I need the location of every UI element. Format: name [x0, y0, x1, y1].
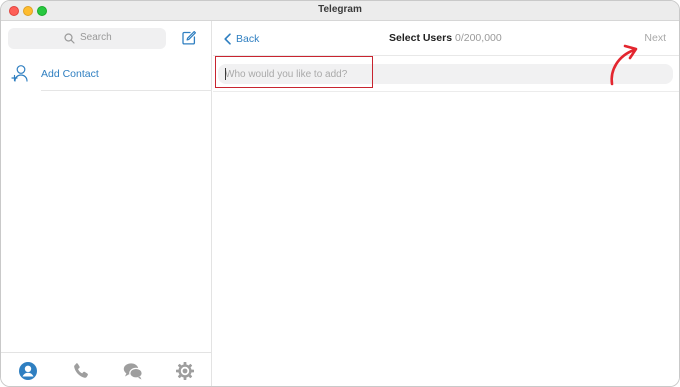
header-divider [213, 55, 679, 56]
search-placeholder: Search [80, 32, 112, 43]
sidebar-search-input[interactable]: Search [8, 28, 166, 49]
text-cursor [225, 68, 226, 80]
user-search-input[interactable] [225, 67, 373, 82]
bottom-tab-bar [1, 352, 212, 386]
back-button[interactable]: Back [223, 31, 259, 47]
sidebar: Search Add Contact [1, 21, 212, 386]
search-icon [64, 33, 75, 44]
add-contact-button[interactable]: Add Contact [1, 59, 212, 91]
add-contact-icon [11, 65, 28, 82]
sidebar-divider [41, 90, 212, 91]
select-users-panel: Back Select Users 0/200,000 Next [213, 21, 679, 386]
contacts-icon[interactable] [18, 361, 38, 381]
compose-icon[interactable] [181, 30, 197, 46]
next-button[interactable]: Next [644, 32, 666, 44]
page-title: Select Users [389, 32, 453, 44]
calls-icon[interactable] [71, 361, 91, 381]
chats-icon[interactable] [123, 361, 143, 381]
back-label: Back [236, 33, 260, 45]
window-title: Telegram [318, 4, 362, 15]
selected-count: 0/200,000 [455, 32, 502, 44]
title-bar: Telegram [1, 1, 679, 21]
settings-icon[interactable] [175, 361, 195, 381]
add-contact-label: Add Contact [41, 68, 99, 80]
field-divider [213, 91, 679, 92]
telegram-window: Telegram Search Add Contact Back Select … [0, 0, 680, 387]
chevron-left-icon [224, 33, 231, 45]
